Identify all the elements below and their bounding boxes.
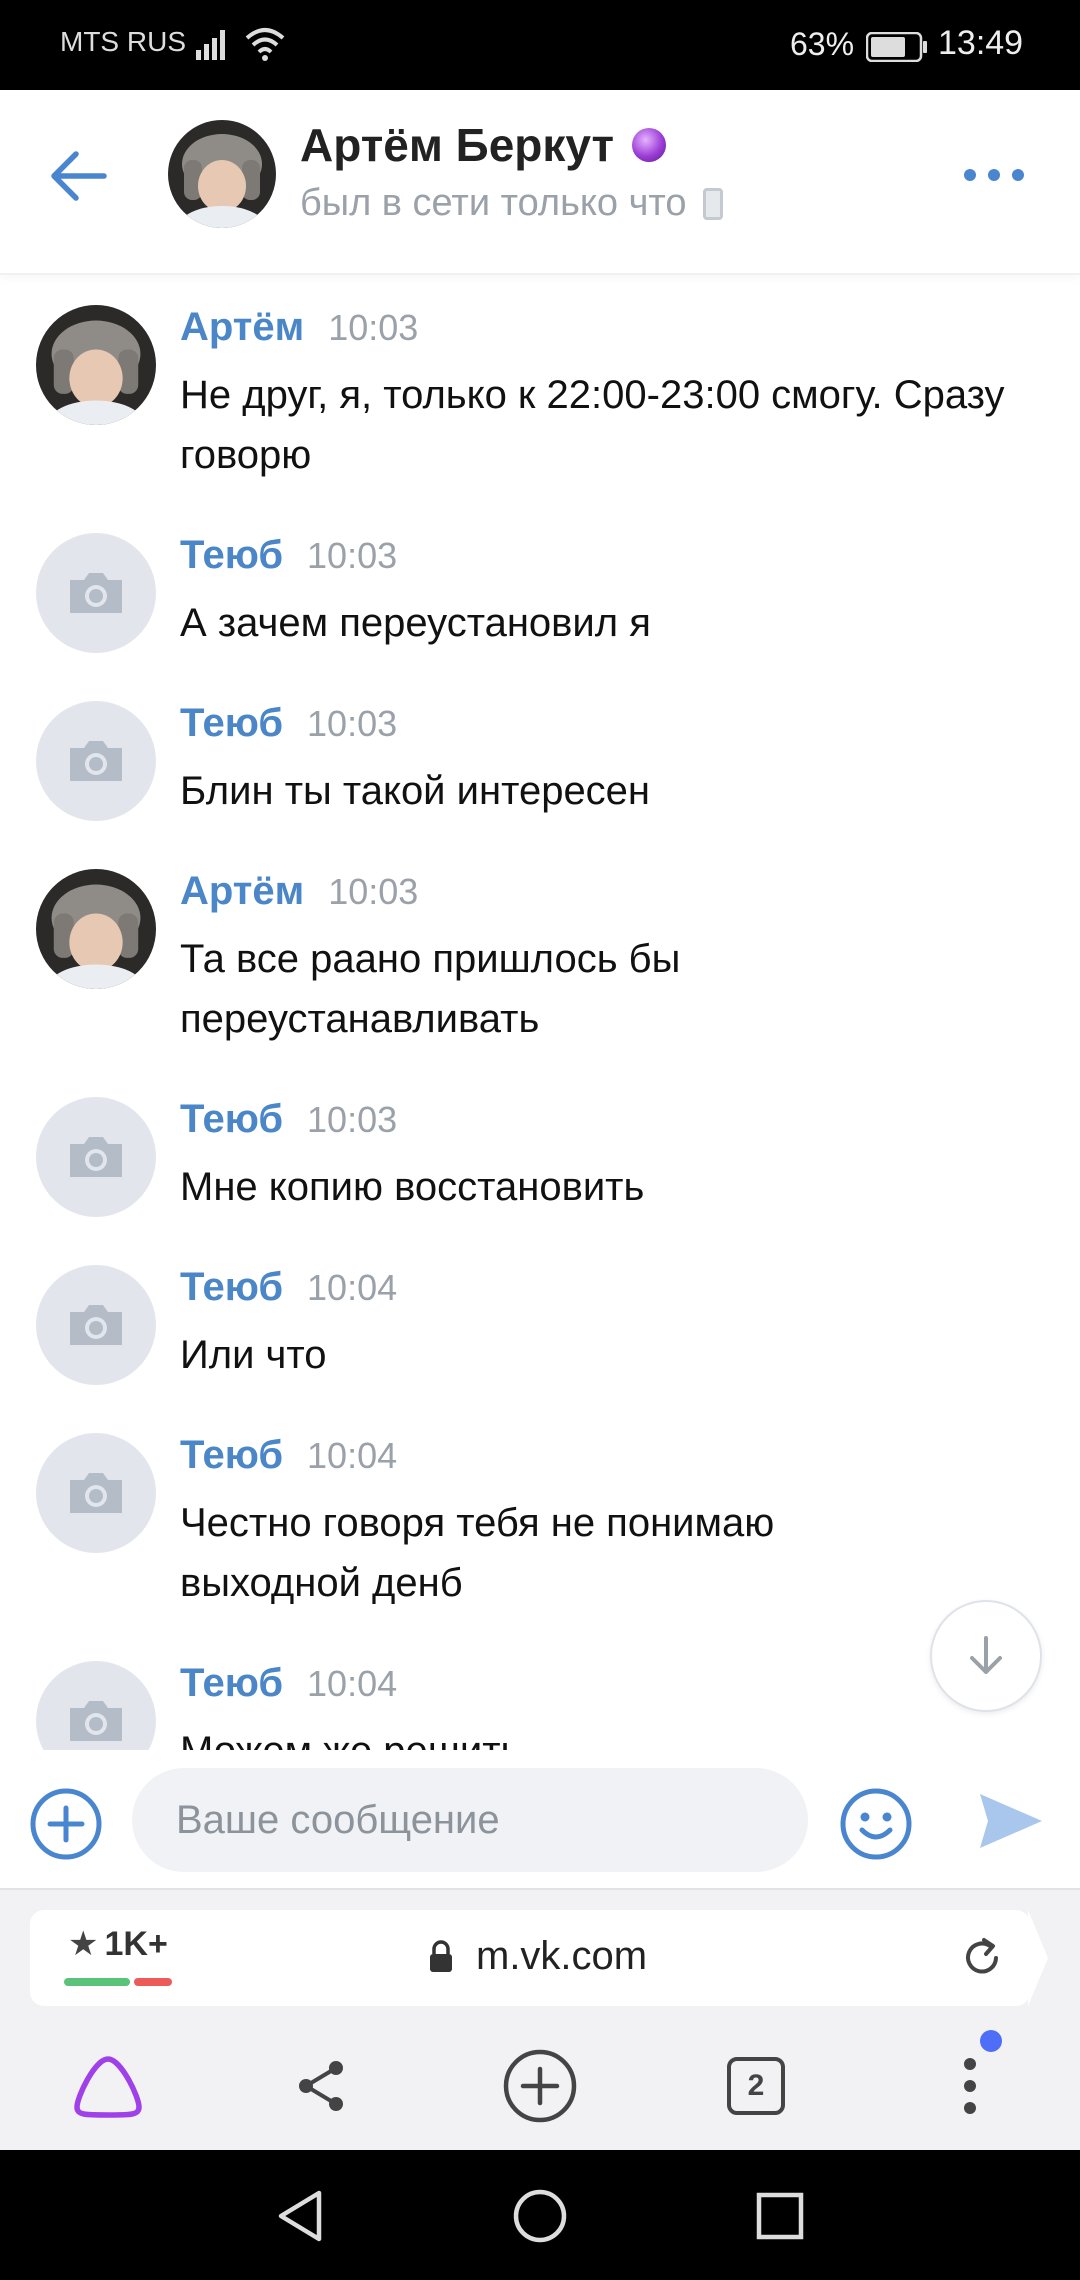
signal-icon bbox=[196, 30, 225, 60]
rating-label: 1K+ bbox=[104, 1924, 168, 1963]
reload-icon[interactable] bbox=[960, 1936, 1004, 1980]
add-attachment-icon[interactable] bbox=[28, 1786, 104, 1862]
message-text: Честно говоря тебя не понимаю выходной д… bbox=[180, 1501, 775, 1605]
avatar-photo-icon bbox=[36, 305, 156, 425]
message-text: А зачем переустановил я bbox=[180, 601, 651, 645]
notification-dot bbox=[980, 2030, 1002, 2052]
message-time: 10:03 bbox=[307, 703, 398, 744]
message-author[interactable]: Теюб bbox=[180, 701, 283, 746]
more-vertical-icon bbox=[964, 2058, 976, 2114]
share-button[interactable] bbox=[282, 2046, 362, 2126]
status-bar: MTS RUS 63% 13:49 bbox=[0, 0, 1080, 90]
message-text: Или что bbox=[180, 1333, 327, 1377]
circle-home-icon bbox=[513, 2189, 567, 2243]
sender-avatar[interactable] bbox=[36, 869, 156, 989]
message-author[interactable]: Артём bbox=[180, 305, 304, 350]
carrier-label: MTS RUS bbox=[60, 26, 186, 57]
rating-bars bbox=[64, 1978, 172, 1986]
mobile-device-icon bbox=[702, 187, 723, 220]
url-text[interactable]: m.vk.com bbox=[476, 1934, 647, 1979]
message-author[interactable]: Теюб bbox=[180, 1661, 283, 1706]
online-status: был в сети только что bbox=[300, 182, 687, 224]
send-icon[interactable] bbox=[978, 1790, 1044, 1852]
sender-avatar[interactable] bbox=[36, 701, 156, 821]
message-author[interactable]: Теюб bbox=[180, 1433, 283, 1478]
message-input[interactable] bbox=[132, 1768, 808, 1872]
new-tab-button[interactable] bbox=[500, 2046, 580, 2126]
crystal-ball-icon bbox=[632, 128, 667, 162]
message-author[interactable]: Артём bbox=[180, 869, 304, 914]
message-text: Можем же решить bbox=[180, 1721, 1040, 1750]
browser-toolbar: ★ 1K+ m.vk.com 2 bbox=[0, 1888, 1080, 2150]
address-bar[interactable]: ★ 1K+ m.vk.com bbox=[30, 1910, 1030, 2006]
back-arrow-icon[interactable] bbox=[44, 146, 114, 206]
browser-menu-button[interactable] bbox=[930, 2046, 1010, 2126]
site-rating[interactable]: ★ 1K+ bbox=[68, 1924, 168, 1964]
star-icon: ★ bbox=[68, 1925, 99, 1963]
message-time: 10:03 bbox=[307, 535, 398, 576]
camera-icon bbox=[70, 1473, 122, 1513]
camera-icon bbox=[70, 1701, 122, 1741]
plus-circle-icon bbox=[503, 2049, 577, 2123]
tabs-button[interactable]: 2 bbox=[716, 2046, 796, 2126]
contact-name[interactable]: Артём Беркут bbox=[300, 118, 614, 172]
sender-avatar[interactable] bbox=[36, 305, 156, 425]
negative-bar bbox=[134, 1978, 172, 1986]
system-home-button[interactable] bbox=[510, 2186, 570, 2246]
message-text: Блин ты такой интересен bbox=[180, 769, 651, 813]
battery-icon bbox=[866, 32, 927, 62]
system-recents-button[interactable] bbox=[750, 2186, 810, 2246]
triangle-back-icon bbox=[278, 2190, 322, 2242]
wifi-icon bbox=[245, 28, 285, 61]
smile-icon[interactable] bbox=[838, 1786, 914, 1862]
alice-button[interactable] bbox=[68, 2046, 148, 2126]
message-text: Та все раано пришлось бы переустанавлива… bbox=[180, 937, 681, 1041]
sender-avatar[interactable] bbox=[36, 1661, 156, 1750]
scroll-to-bottom-button[interactable] bbox=[930, 1600, 1042, 1712]
more-options-button[interactable] bbox=[964, 160, 1024, 190]
message-author[interactable]: Теюб bbox=[180, 1097, 283, 1142]
message-text: Мне копию восстановить bbox=[180, 1165, 645, 1209]
sender-avatar[interactable] bbox=[36, 1097, 156, 1217]
message-time: 10:04 bbox=[307, 1663, 398, 1704]
message-text: Не друг, я, только к 22:00-23:00 смогу. … bbox=[180, 373, 1005, 477]
positive-bar bbox=[64, 1978, 130, 1986]
message-time: 10:03 bbox=[307, 1099, 398, 1140]
chat-header: Артём Беркут был в сети только что bbox=[0, 90, 1080, 275]
sender-avatar[interactable] bbox=[36, 1433, 156, 1553]
system-back-button[interactable] bbox=[270, 2186, 330, 2246]
camera-icon bbox=[70, 741, 122, 781]
sender-avatar[interactable] bbox=[36, 533, 156, 653]
alice-icon bbox=[74, 2056, 142, 2118]
message-time: 10:04 bbox=[307, 1267, 398, 1308]
square-recents-icon bbox=[756, 2192, 804, 2240]
message-composer bbox=[0, 1752, 1080, 1888]
camera-icon bbox=[70, 573, 122, 613]
dot-icon bbox=[988, 169, 1000, 181]
dot-icon bbox=[964, 169, 976, 181]
lock-icon bbox=[430, 1940, 452, 1972]
camera-icon bbox=[70, 1137, 122, 1177]
clock: 13:49 bbox=[938, 24, 1024, 62]
address-bar-arrow bbox=[1028, 1910, 1048, 2006]
message-author[interactable]: Теюб bbox=[180, 533, 283, 578]
message-time: 10:03 bbox=[328, 307, 419, 348]
message-time: 10:03 bbox=[328, 871, 419, 912]
system-nav-bar bbox=[0, 2150, 1080, 2280]
browser-nav: 2 bbox=[0, 2030, 1080, 2140]
contact-avatar[interactable] bbox=[168, 120, 276, 228]
avatar-photo-icon bbox=[168, 120, 276, 228]
dot-icon bbox=[1012, 169, 1024, 181]
battery-percent: 63% bbox=[790, 26, 855, 62]
share-icon bbox=[299, 2061, 343, 2111]
message-time: 10:04 bbox=[307, 1435, 398, 1476]
arrow-down-icon bbox=[970, 1636, 1002, 1674]
message-author[interactable]: Теюб bbox=[180, 1265, 283, 1310]
sender-avatar[interactable] bbox=[36, 1265, 156, 1385]
camera-icon bbox=[70, 1305, 122, 1345]
message-list[interactable]: Артём 10:03 Не друг, я, только к 22:00-2… bbox=[0, 285, 1080, 1750]
avatar-photo-icon bbox=[36, 869, 156, 989]
tabs-count: 2 bbox=[727, 2057, 785, 2115]
